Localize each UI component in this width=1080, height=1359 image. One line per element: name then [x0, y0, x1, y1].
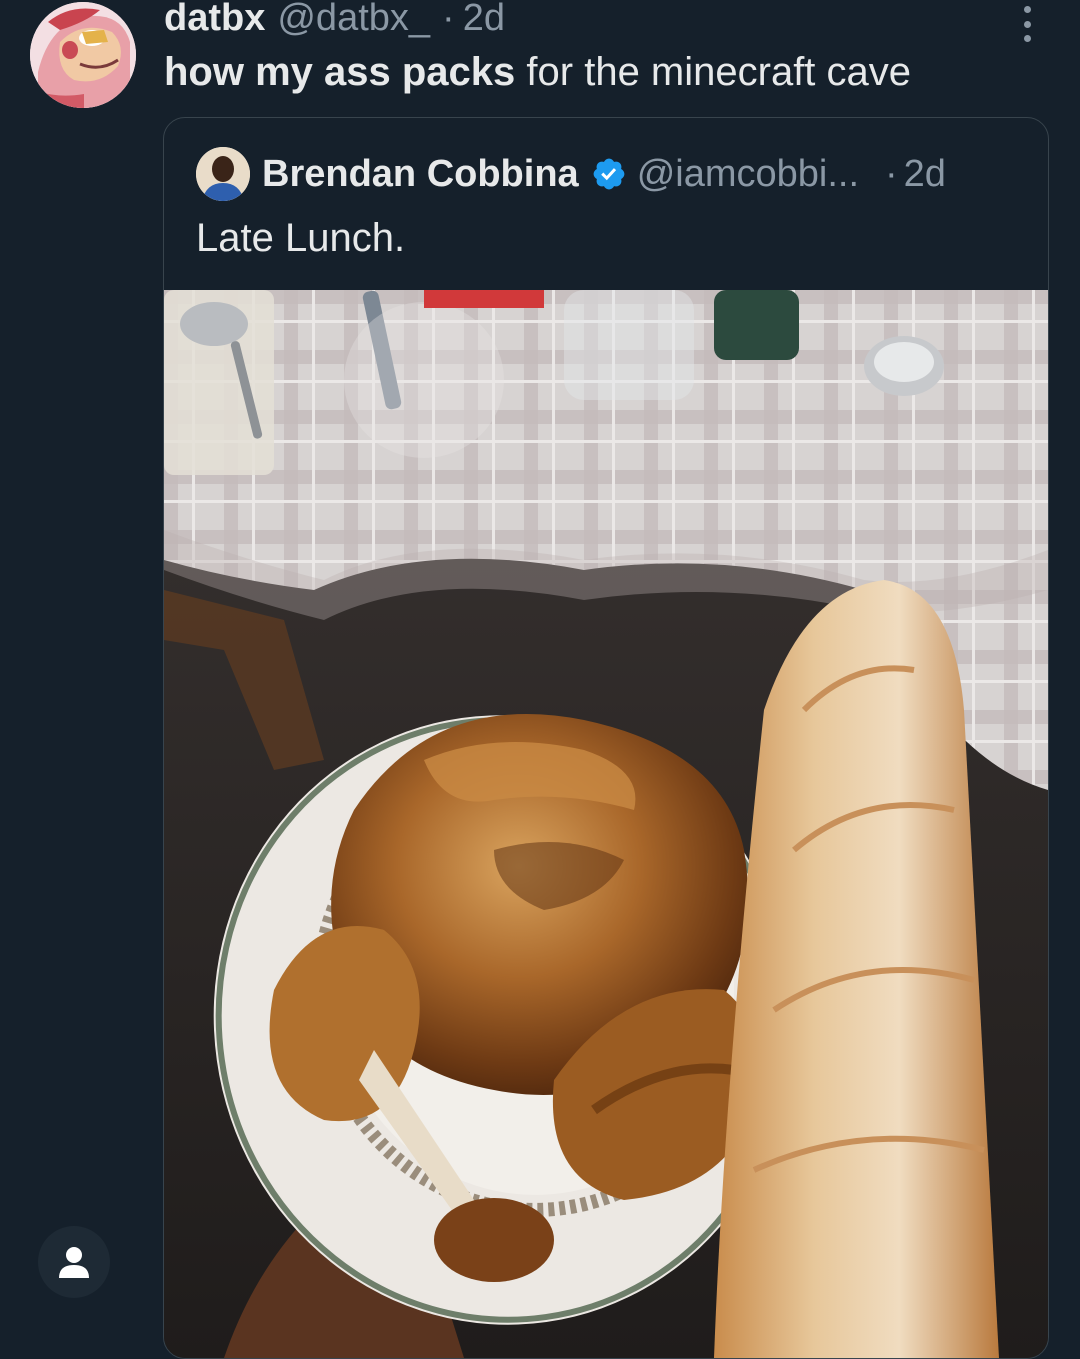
person-icon [59, 1247, 89, 1278]
quoted-timestamp[interactable]: 2d [904, 153, 946, 196]
quoted-tweet-photo[interactable] [164, 290, 1048, 1358]
photo-illustration [164, 290, 1048, 1358]
verified-badge-icon [593, 158, 625, 190]
tweet-header: datbx @datbx_ · 2d [164, 0, 505, 40]
poster-avatar[interactable] [30, 2, 136, 108]
quoted-handle[interactable]: @iamcobbi... [637, 153, 859, 196]
tweet-text: how my ass packs for the minecraft cave [164, 50, 911, 95]
quoted-tweet[interactable]: Brendan Cobbina @iamcobbi... · 2d Late L… [163, 117, 1049, 1359]
tweet-text-bold: how my ass packs [164, 50, 516, 94]
poster-handle[interactable]: @datbx_ [277, 0, 430, 40]
tweet-timestamp[interactable]: 2d [463, 0, 505, 40]
poster-display-name[interactable]: datbx [164, 0, 265, 40]
more-vertical-icon[interactable] [1016, 6, 1038, 42]
tweet-text-rest: for the minecraft cave [515, 50, 912, 94]
quoted-avatar[interactable] [196, 147, 250, 201]
quoted-avatar-image [196, 147, 250, 201]
poster-avatar-image [30, 2, 136, 108]
header-separator: · [442, 0, 455, 39]
quoted-display-name[interactable]: Brendan Cobbina [262, 153, 579, 196]
quoted-tweet-header: Brendan Cobbina @iamcobbi... · 2d [196, 147, 946, 201]
account-button[interactable] [38, 1226, 110, 1298]
quoted-tweet-text: Late Lunch. [196, 216, 406, 260]
quoted-separator: · [885, 152, 898, 195]
